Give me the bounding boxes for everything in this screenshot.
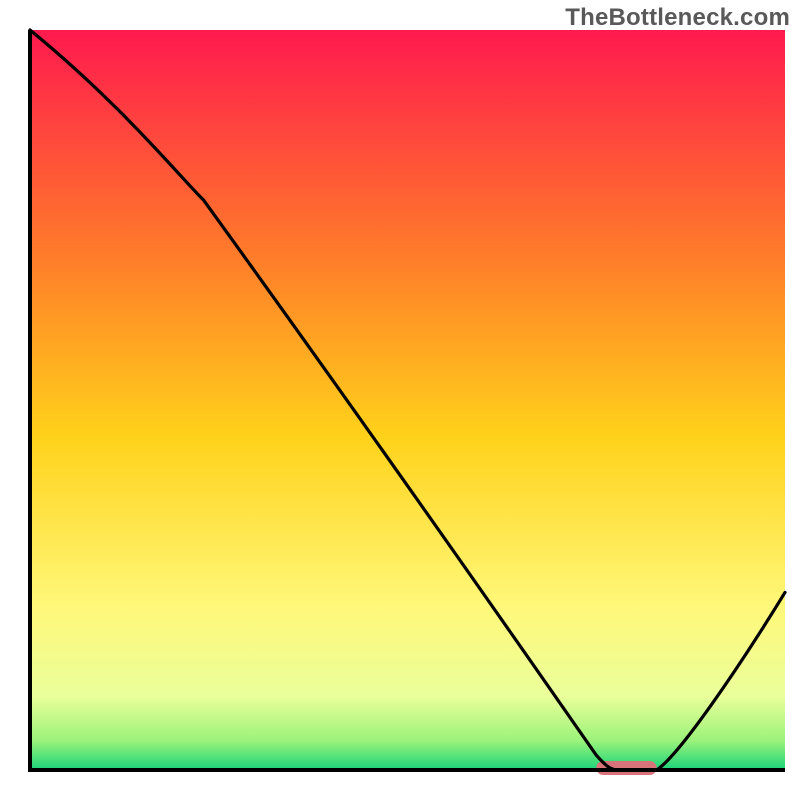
bottleneck-chart: TheBottleneck.com — [0, 0, 800, 800]
watermark-text: TheBottleneck.com — [565, 4, 790, 32]
chart-svg — [0, 0, 800, 800]
plot-background — [30, 30, 785, 770]
